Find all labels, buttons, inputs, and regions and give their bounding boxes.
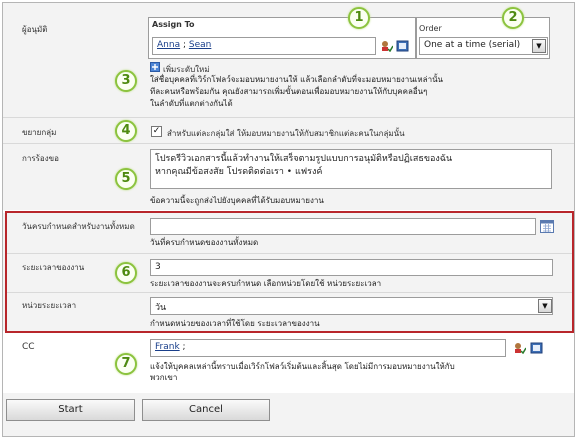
cc-help-line-2: พวกเขา [150, 373, 178, 382]
order-select[interactable]: One at a time (serial) [419, 37, 548, 55]
assign-to-input[interactable]: Anna ; Sean [152, 37, 376, 55]
expand-groups-label: ขยายกลุ่ม [22, 128, 57, 137]
assignee-anna[interactable]: Anna [157, 40, 180, 50]
approvers-help-line-3: ในลำดับที่แตกต่างกันได้ [150, 99, 233, 108]
assign-to-header: Assign To [152, 20, 195, 29]
approvers-help-line-1: ใส่ชื่อบุคคลที่เวิร์กโฟลว์จะมอบหมายงานให… [150, 75, 444, 84]
request-label: การร้องขอ [22, 154, 59, 163]
order-header: Order [419, 24, 442, 33]
approvers-help-line-2: ทีละคนหรือพร้อมกัน คุณยังสามารถเพิ่มขั้น… [150, 87, 428, 96]
cc-help: แจ้งให้บุคคลเหล่านี้ทราบเมื่อเวิร์กโฟลว์… [150, 361, 455, 383]
request-help: ข้อความนี้จะถูกส่งไปยังบุคคลที่ได้รับมอบ… [150, 196, 324, 205]
order-value: One at a time (serial) [424, 40, 521, 50]
cc-help-line-1: แจ้งให้บุคคลเหล่านี้ทราบเมื่อเวิร์กโฟลว์… [150, 362, 455, 371]
callout-4: 4 [115, 120, 137, 142]
approvers-label: ผู้อนุมัติ [22, 25, 48, 34]
highlight-box [5, 211, 574, 333]
check-names-icon[interactable] [514, 342, 526, 354]
callout-3: 3 [115, 70, 137, 92]
expand-groups-checkbox[interactable]: ✓ [151, 126, 162, 137]
cancel-button[interactable]: Cancel [142, 399, 270, 421]
request-text-line-1: โปรดรีวิวเอกสารนี้แล้วทำงานให้เสร็จตามรู… [155, 154, 453, 164]
dropdown-arrow-icon[interactable]: ▼ [532, 39, 546, 53]
cc-input[interactable]: Frank ; [150, 339, 506, 357]
approvers-help: ใส่ชื่อบุคคลที่เวิร์กโฟลว์จะมอบหมายงานให… [150, 74, 530, 110]
assignee-sean[interactable]: Sean [189, 40, 211, 50]
add-stage-icon[interactable] [150, 62, 160, 72]
callout-5: 5 [115, 168, 137, 190]
callout-2: 2 [502, 7, 524, 29]
callout-7: 7 [115, 353, 137, 375]
assignee-separator: ; [182, 40, 187, 50]
cc-separator: ; [182, 342, 186, 352]
request-textarea[interactable]: โปรดรีวิวเอกสารนี้แล้วทำงานให้เสร็จตามรู… [150, 149, 552, 189]
browse-address-book-icon[interactable] [396, 40, 410, 52]
expand-groups-checkbox-label: สำหรับแต่ละกลุ่มใส่ ให้มอบหมายงานให้กับส… [167, 129, 405, 138]
start-button[interactable]: Start [6, 399, 135, 421]
browse-address-book-icon[interactable] [530, 342, 544, 354]
cc-frank[interactable]: Frank [155, 342, 180, 352]
callout-1: 1 [348, 7, 370, 29]
request-text-line-2: หากคุณมีข้อสงสัย โปรดติดต่อเรา • แฟรงค์ [155, 167, 323, 177]
check-names-icon[interactable] [381, 40, 393, 52]
cc-label: CC [22, 342, 35, 352]
